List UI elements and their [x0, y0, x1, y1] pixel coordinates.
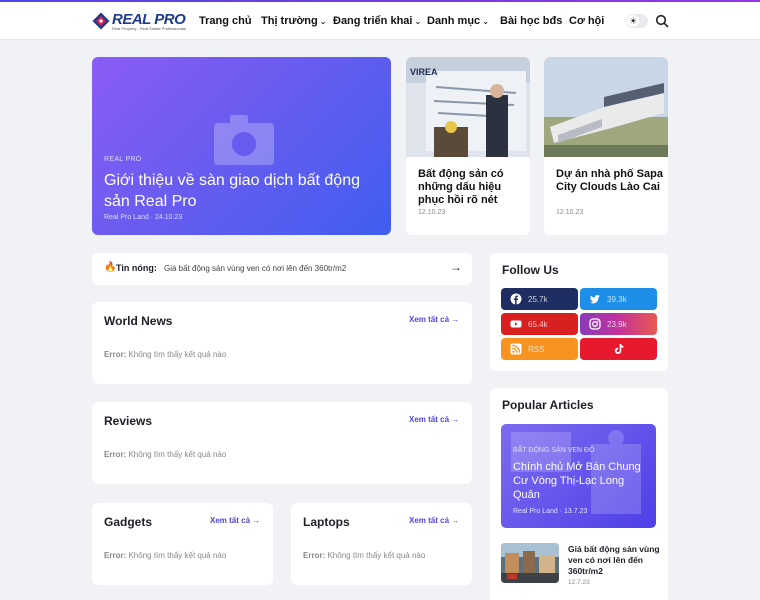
- section-world-news: World News Xem tất cả → Error: Không tìm…: [92, 302, 472, 384]
- site-header: REAL PRO Real Property - Real Estate Pro…: [0, 2, 760, 40]
- hero-article[interactable]: REAL PRO Giới thiệu về sàn giao dịch bất…: [92, 57, 391, 235]
- chevron-down-icon: ⌄: [414, 17, 422, 26]
- tiktok-button[interactable]: [580, 338, 657, 360]
- chevron-down-icon: ⌄: [319, 17, 327, 26]
- section-title: Gadgets: [104, 515, 153, 529]
- twitter-button[interactable]: 39.3k: [580, 288, 657, 310]
- logo-tagline: Real Property - Real Estate Professional…: [112, 26, 186, 31]
- arrow-right-icon[interactable]: →: [450, 260, 462, 274]
- nav-item-market[interactable]: Thị trường ⌄: [261, 15, 326, 27]
- article-thumbnail: VIREA: [406, 57, 530, 157]
- instagram-button[interactable]: 23.9k: [580, 313, 657, 335]
- arrow-right-icon: →: [451, 516, 460, 525]
- article-card[interactable]: VIREA Bất động sản có những dấu hiệu phụ…: [406, 57, 530, 235]
- article-title[interactable]: Bất động sản có những dấu hiệu phục hồi …: [418, 168, 530, 207]
- follow-us-title: Follow Us: [502, 263, 559, 277]
- arrow-right-icon: →: [451, 315, 460, 324]
- search-icon[interactable]: [655, 14, 669, 28]
- hot-news-text[interactable]: Giá bất động sản vùng ven có nơi lên đến…: [164, 264, 346, 273]
- hero-category[interactable]: REAL PRO: [104, 156, 142, 163]
- article-card[interactable]: Dự án nhà phố Sapa City Clouds Lào Cai 1…: [544, 57, 668, 235]
- site-logo[interactable]: REAL PRO Real Property - Real Estate Pro…: [92, 11, 186, 33]
- error-message: Error: Không tìm thấy kết quả nào: [104, 350, 227, 359]
- featured-title[interactable]: Chính chủ Mở Bán Chung Cư Vòng Thị-Lạc L…: [513, 460, 653, 502]
- article-date: 12.10.23: [418, 209, 446, 216]
- section-gadgets: Gadgets Xem tất cả → Error: Không tìm th…: [92, 503, 273, 585]
- sun-icon: ☀: [627, 15, 639, 27]
- rss-icon: [510, 343, 522, 355]
- popular-articles-title: Popular Articles: [502, 398, 594, 412]
- article-thumbnail: [544, 57, 668, 157]
- view-all-link[interactable]: Xem tất cả →: [210, 516, 260, 525]
- nav-item-opportunities[interactable]: Cơ hội: [569, 15, 604, 27]
- view-all-link[interactable]: Xem tất cả →: [409, 315, 459, 324]
- error-message: Error: Không tìm thấy kết quả nào: [104, 551, 227, 560]
- featured-category[interactable]: BẤT ĐỘNG SẢN VEN ĐÔ: [513, 447, 595, 454]
- hero-title[interactable]: Giới thiệu về sàn giao dịch bất động sản…: [104, 170, 374, 212]
- chevron-down-icon: ⌄: [482, 17, 489, 26]
- error-message: Error: Không tìm thấy kết quả nào: [104, 450, 227, 459]
- section-title: Reviews: [104, 414, 153, 428]
- article-date: 12.10.23: [556, 209, 584, 216]
- hot-news-label: Tin nóng:: [116, 263, 157, 273]
- popular-item-title[interactable]: Giá bất động sản vùng ven có nơi lên đến…: [568, 544, 660, 577]
- twitter-icon: [590, 295, 600, 304]
- youtube-icon: [510, 320, 522, 328]
- instagram-icon: [589, 318, 601, 330]
- view-all-link[interactable]: Xem tất cả →: [409, 516, 459, 525]
- nav-item-categories[interactable]: Danh mục ⌄: [427, 15, 489, 27]
- popular-item-thumbnail[interactable]: [501, 543, 559, 583]
- nav-item-home[interactable]: Trang chủ: [199, 15, 252, 27]
- arrow-right-icon: →: [451, 415, 460, 424]
- facebook-button[interactable]: 25.7k: [501, 288, 578, 310]
- section-reviews: Reviews Xem tất cả → Error: Không tìm th…: [92, 402, 472, 484]
- view-all-link[interactable]: Xem tất cả →: [409, 415, 459, 424]
- rss-button[interactable]: RSS: [501, 338, 578, 360]
- camera-placeholder-icon: [214, 115, 274, 165]
- popular-featured-article[interactable]: BẤT ĐỘNG SẢN VEN ĐÔ Chính chủ Mở Bán Chu…: [501, 424, 656, 528]
- theme-toggle[interactable]: ☀: [626, 14, 648, 28]
- popular-item-date: 12.7.23: [568, 579, 590, 586]
- arrow-right-icon: →: [252, 516, 261, 525]
- hero-meta: Real Pro Land · 24.10.23: [104, 214, 183, 221]
- hot-news-ticker[interactable]: 🔥 Tin nóng: Giá bất động sản vùng ven có…: [92, 253, 472, 285]
- nav-item-lessons[interactable]: Bài học bđs: [500, 15, 562, 27]
- nav-item-projects[interactable]: Đang triển khai ⌄: [333, 15, 421, 27]
- logo-diamond-icon: [92, 12, 110, 30]
- article-title[interactable]: Dự án nhà phố Sapa City Clouds Lào Cai: [556, 168, 668, 194]
- fire-icon: 🔥: [104, 262, 117, 273]
- section-title: Laptops: [303, 515, 350, 529]
- thumbnail-banner-text: VIREA: [410, 67, 438, 77]
- section-title: World News: [104, 314, 173, 328]
- youtube-button[interactable]: 65.4k: [501, 313, 578, 335]
- featured-meta: Real Pro Land · 13.7.23: [513, 508, 588, 515]
- section-laptops: Laptops Xem tất cả → Error: Không tìm th…: [291, 503, 472, 585]
- facebook-icon: [510, 293, 522, 305]
- tiktok-icon: [614, 344, 624, 354]
- error-message: Error: Không tìm thấy kết quả nào: [303, 551, 426, 560]
